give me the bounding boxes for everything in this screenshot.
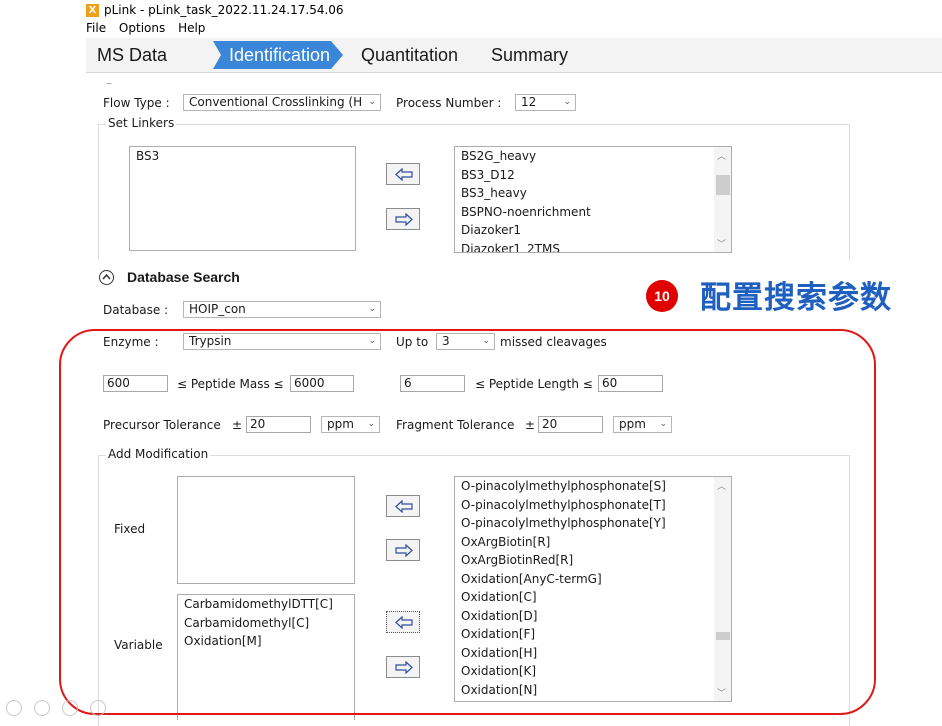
window-title: pLink - pLink_task_2022.11.24.17.54.06 <box>104 3 344 17</box>
list-item[interactable]: BS3_heavy <box>455 184 731 203</box>
chevron-down-icon: ⌄ <box>368 304 376 314</box>
add-linker-button[interactable] <box>386 163 420 185</box>
process-number-value: 12 <box>521 95 537 109</box>
linkers-scrollbar[interactable]: ︿ ﹀ <box>714 147 731 252</box>
app-logo-icon: X <box>86 4 99 17</box>
tab-summary[interactable]: Summary <box>491 45 568 66</box>
database-value: HOIP_con <box>189 302 246 316</box>
slide-more-icon[interactable] <box>90 700 106 716</box>
flow-type-value: Conventional Crosslinking (H <box>189 95 363 109</box>
arrow-left-icon <box>395 168 413 181</box>
list-item[interactable]: BSPNO-noenrichment <box>455 203 731 222</box>
menu-bar: File Options Help <box>86 21 214 37</box>
tab-ms-data[interactable]: MS Data <box>97 45 167 66</box>
list-item[interactable]: BS3 <box>130 147 355 166</box>
collapse-section-icon[interactable] <box>99 270 114 285</box>
slide-pen-icon[interactable] <box>34 700 50 716</box>
list-item[interactable]: Diazoker1 <box>455 221 731 240</box>
tab-quantitation[interactable]: Quantitation <box>361 45 458 66</box>
scrollbar-thumb[interactable] <box>716 175 730 195</box>
process-number-label: Process Number : <box>396 96 502 110</box>
database-search-title: Database Search <box>127 269 240 285</box>
scroll-marker: – <box>106 76 112 90</box>
process-number-select[interactable]: 12 ⌄ <box>515 94 576 111</box>
menu-options[interactable]: Options <box>119 21 165 35</box>
list-item[interactable]: BS2G_heavy <box>455 147 731 166</box>
window-titlebar: X pLink - pLink_task_2022.11.24.17.54.06 <box>0 0 942 20</box>
annotation-caption: 配置搜索参数 <box>700 280 892 316</box>
database-label: Database : <box>103 303 169 317</box>
available-linkers-list[interactable]: BS2G_heavy BS3_D12 BS3_heavy BSPNO-noenr… <box>454 146 732 253</box>
selected-linkers-list[interactable]: BS3 <box>129 146 356 251</box>
slide-zoom-icon[interactable] <box>62 700 78 716</box>
chevron-down-icon: ⌄ <box>563 97 571 107</box>
chevron-up-icon <box>102 273 111 280</box>
chevron-up-icon[interactable]: ︿ <box>717 149 726 162</box>
menu-file[interactable]: File <box>86 21 106 35</box>
flow-type-label: Flow Type : <box>103 96 170 110</box>
remove-linker-button[interactable] <box>386 208 420 230</box>
highlight-outline <box>59 329 876 715</box>
menu-help[interactable]: Help <box>178 21 205 35</box>
tab-bar: MS Data Identification Quantitation Summ… <box>86 38 942 73</box>
database-select[interactable]: HOIP_con ⌄ <box>183 301 381 318</box>
slide-nav-icon[interactable] <box>6 700 22 716</box>
arrow-right-icon <box>395 213 413 226</box>
list-item[interactable]: Diazoker1_2TMS <box>455 240 731 253</box>
chevron-down-icon[interactable]: ﹀ <box>717 237 726 250</box>
flow-type-select[interactable]: Conventional Crosslinking (H ⌄ <box>183 94 381 111</box>
tab-identification[interactable]: Identification <box>213 41 343 69</box>
chevron-down-icon: ⌄ <box>368 97 376 107</box>
tab-identification-label: Identification <box>229 45 331 65</box>
list-item[interactable]: BS3_D12 <box>455 166 731 185</box>
step-badge: 10 <box>646 280 678 312</box>
set-linkers-label: Set Linkers <box>106 116 177 130</box>
